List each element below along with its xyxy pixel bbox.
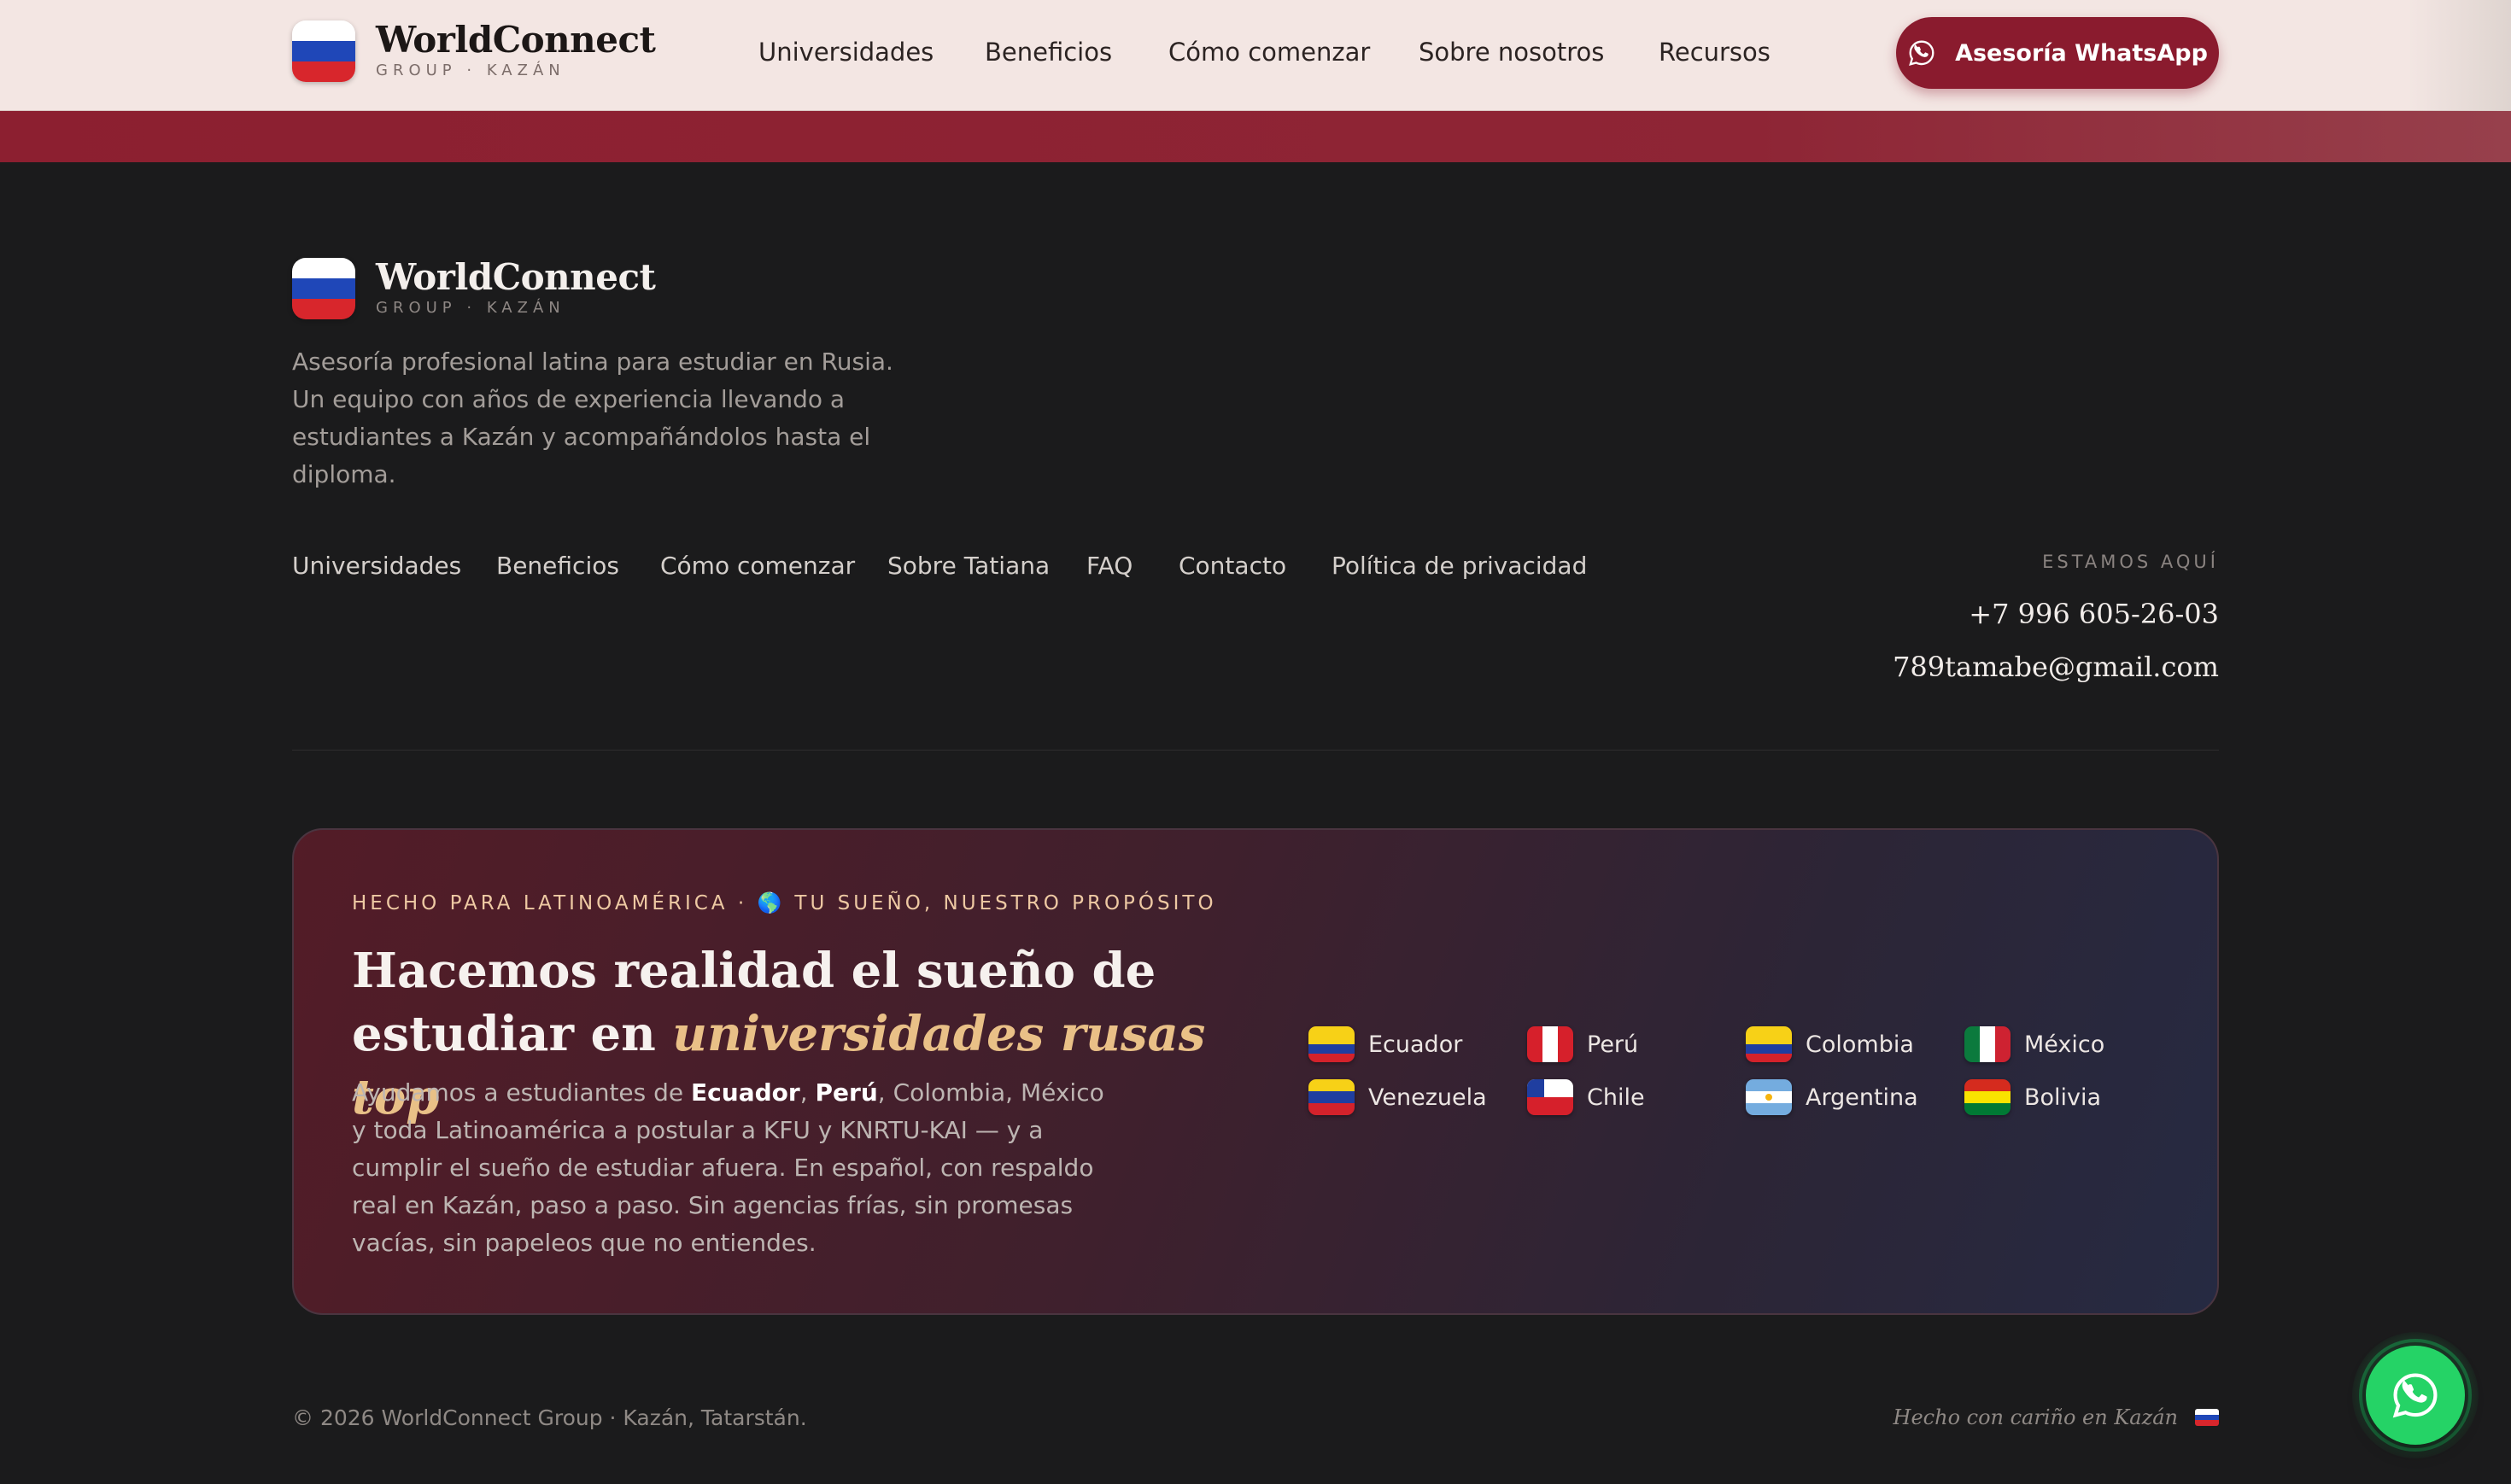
copyright-text: © 2026 WorldConnect Group · Kazán, Tatar…	[292, 1405, 807, 1430]
russia-flag-icon	[2195, 1409, 2219, 1426]
bolivia-flag-icon	[1964, 1079, 2011, 1115]
ecuador-flag-icon	[1308, 1026, 1355, 1062]
country-label: Perú	[1587, 1031, 1639, 1058]
contact-label: ESTAMOS AQUÍ	[2042, 552, 2219, 572]
nav-sobre-nosotros[interactable]: Sobre nosotros	[1419, 38, 1604, 67]
made-text: Hecho con cariño en Kazán	[1893, 1405, 2178, 1429]
chile-flag-icon	[1527, 1079, 1573, 1115]
country-ecuador: Ecuador	[1308, 1026, 1462, 1062]
header-brand-logo[interactable]: WorldConnect GROUP · KAZÁN	[292, 19, 656, 82]
country-colombia: Colombia	[1746, 1026, 1914, 1062]
footer-link-faq[interactable]: FAQ	[1086, 552, 1133, 580]
body-peru: Perú	[815, 1078, 878, 1107]
whatsapp-floating-button[interactable]	[2352, 1332, 2479, 1458]
card-body-text: Ayudamos a estudiantes de Ecuador, Perú,…	[352, 1074, 1121, 1262]
country-peru: Perú	[1527, 1026, 1638, 1062]
country-label: México	[2024, 1031, 2105, 1058]
latam-card: HECHO PARA LATINOAMÉRICA · 🌎 TU SUEÑO, N…	[292, 828, 2219, 1315]
colombia-flag-icon	[1746, 1026, 1792, 1062]
country-label: Chile	[1587, 1084, 1645, 1111]
country-label: Argentina	[1806, 1084, 1918, 1111]
country-label: Venezuela	[1368, 1084, 1487, 1111]
country-chile: Chile	[1527, 1079, 1645, 1115]
mexico-flag-icon	[1964, 1026, 2011, 1062]
body-pre: Ayudamos a estudiantes de	[352, 1078, 692, 1107]
footer-link-beneficios[interactable]: Beneficios	[496, 552, 619, 580]
footer-about-text: Asesoría profesional latina para estudia…	[292, 348, 893, 488]
footer-link-contacto[interactable]: Contacto	[1179, 552, 1286, 580]
country-label: Bolivia	[2024, 1084, 2102, 1111]
contact-phone[interactable]: +7 996 605-26-03	[1969, 598, 2219, 630]
argentina-flag-icon	[1746, 1079, 1792, 1115]
body-ecuador: Ecuador	[691, 1078, 800, 1107]
whatsapp-icon	[2392, 1373, 2438, 1418]
footer-brand-subtitle: GROUP · KAZÁN	[376, 299, 565, 317]
whatsapp-icon	[1909, 40, 1934, 66]
headline-line-2: estudiar en	[352, 1006, 673, 1062]
nav-beneficios[interactable]: Beneficios	[985, 38, 1112, 67]
contact-email[interactable]: 789tamabe@gmail.com	[1893, 651, 2219, 683]
accent-band	[0, 111, 2511, 162]
body-sep: ,	[799, 1078, 816, 1107]
card-eyebrow: HECHO PARA LATINOAMÉRICA · 🌎 TU SUEÑO, N…	[352, 892, 1217, 914]
footer-link-como-comenzar[interactable]: Cómo comenzar	[660, 552, 855, 580]
whatsapp-cta-label: Asesoría WhatsApp	[1955, 39, 2208, 67]
brand-name: WorldConnect	[376, 19, 656, 61]
peru-flag-icon	[1527, 1026, 1573, 1062]
footer-link-universidades[interactable]: Universidades	[292, 552, 461, 580]
footer-link-sobre-tatiana[interactable]: Sobre Tatiana	[887, 552, 1050, 580]
russia-flag-icon	[292, 258, 355, 319]
country-mexico: México	[1964, 1026, 2104, 1062]
footer-divider	[292, 750, 2219, 751]
country-label: Colombia	[1806, 1031, 1914, 1058]
country-bolivia: Bolivia	[1964, 1079, 2101, 1115]
country-label: Ecuador	[1368, 1031, 1463, 1058]
nav-como-comenzar[interactable]: Cómo comenzar	[1168, 38, 1370, 67]
nav-recursos[interactable]: Recursos	[1659, 38, 1771, 67]
country-venezuela: Venezuela	[1308, 1079, 1487, 1115]
footer-link-privacidad[interactable]: Política de privacidad	[1332, 552, 1587, 580]
whatsapp-button-core[interactable]	[2366, 1346, 2465, 1445]
russia-flag-icon	[292, 20, 355, 82]
nav-universidades[interactable]: Universidades	[758, 38, 934, 67]
country-argentina: Argentina	[1746, 1079, 1918, 1115]
headline-line-1: Hacemos realidad el sueño de	[352, 943, 1156, 999]
venezuela-flag-icon	[1308, 1079, 1355, 1115]
footer-brand-logo[interactable]: WorldConnect GROUP · KAZÁN	[292, 256, 656, 319]
whatsapp-cta-button[interactable]: Asesoría WhatsApp	[1896, 17, 2219, 89]
brand-subtitle: GROUP · KAZÁN	[376, 61, 565, 79]
footer-brand-name: WorldConnect	[376, 256, 656, 298]
site-header: WorldConnect GROUP · KAZÁN Universidades…	[0, 0, 2511, 111]
made-in-kazan: Hecho con cariño en Kazán	[1893, 1405, 2219, 1429]
